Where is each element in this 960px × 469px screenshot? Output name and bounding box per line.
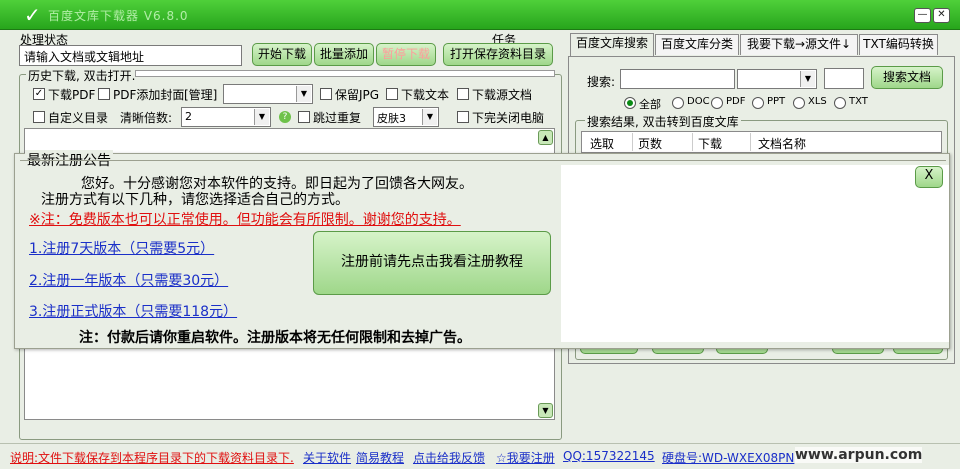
qq-link[interactable]: QQ:157322145: [563, 449, 655, 463]
page-input[interactable]: [824, 68, 864, 89]
filter-doc-radio[interactable]: [672, 97, 684, 109]
register-link[interactable]: ☆我要注册: [496, 449, 555, 466]
clarity-label: 清晰倍数:: [120, 111, 173, 125]
close-window-button[interactable]: ✕: [933, 8, 950, 23]
clarity-value: 2: [185, 110, 192, 123]
minimize-button[interactable]: —: [914, 8, 931, 23]
progress-bar: [135, 70, 555, 77]
filter-xls-radio[interactable]: [793, 97, 805, 109]
filter-txt-label: TXT: [849, 96, 868, 107]
open-save-folder-button[interactable]: 打开保存资料目录: [443, 43, 553, 66]
chevron-down-icon: ▼: [800, 71, 815, 87]
column-header[interactable]: 选取: [590, 135, 614, 152]
filter-pdf-radio[interactable]: [711, 97, 723, 109]
filter-all-label: 全部: [639, 98, 661, 111]
watermark: www.arpun.com: [795, 447, 923, 463]
tab-baidu-search[interactable]: 百度文库搜索: [570, 33, 654, 56]
skip-duplicate-checkbox[interactable]: [298, 111, 310, 123]
clarity-select[interactable]: 2 ▼: [181, 107, 271, 127]
search-label: 搜索:: [587, 75, 616, 89]
notice-footer: 注：付款后请你重启软件。注册版本将无任何限制和去掉广告。: [79, 330, 471, 346]
notice-divider: [20, 160, 946, 161]
start-download-button[interactable]: 开始下载: [252, 43, 312, 66]
tab-download-source[interactable]: 我要下载→源文件↓: [740, 34, 858, 55]
filter-pdf-label: PDF: [726, 96, 746, 107]
window-title: 百度文库下载器 V6.8.0: [48, 9, 189, 23]
custom-dir-label: 自定义目录: [48, 111, 109, 125]
download-source-label: 下载源文档: [472, 88, 533, 102]
filter-doc-label: DOC: [687, 96, 710, 107]
help-icon[interactable]: ?: [279, 111, 291, 123]
chevron-down-icon: ▼: [422, 109, 437, 125]
register-7-day-link[interactable]: 1.注册7天版本（只需要5元）: [29, 238, 214, 258]
keep-jpg-label: 保留JPG: [335, 88, 380, 102]
search-input[interactable]: [620, 69, 735, 89]
download-text-checkbox[interactable]: [386, 88, 398, 100]
filter-txt-radio[interactable]: [834, 97, 846, 109]
keep-jpg-checkbox[interactable]: [320, 88, 332, 100]
skin-value: 皮肤3: [377, 112, 406, 125]
column-divider: [632, 133, 633, 151]
tab-baidu-category[interactable]: 百度文库分类: [655, 34, 739, 55]
url-input[interactable]: 请输入文档或文辑地址: [19, 45, 242, 66]
column-header[interactable]: 下载: [698, 135, 722, 152]
custom-dir-checkbox[interactable]: [33, 111, 45, 123]
disk-id: 硬盘号:WD-WXEX08PN: [662, 451, 795, 465]
search-type-select[interactable]: ▼: [737, 69, 817, 89]
filter-xls-label: XLS: [808, 96, 827, 107]
filter-ppt-label: PPT: [767, 96, 786, 107]
cover-select[interactable]: ▼: [223, 84, 313, 104]
app-check-icon: ✓: [24, 3, 41, 27]
chevron-down-icon: ▼: [296, 86, 311, 102]
title-bar: ✓ 百度文库下载器 V6.8.0 — ✕: [0, 0, 960, 30]
pdf-cover-checkbox[interactable]: [98, 88, 110, 100]
filter-ppt-radio[interactable]: [752, 97, 764, 109]
download-pdf-checkbox[interactable]: ✓: [33, 88, 45, 100]
registration-notice: 最新注册公告 您好。十分感谢您对本软件的支持。即日起为了回馈各大网友。 注册方式…: [14, 150, 950, 349]
shutdown-checkbox[interactable]: [457, 111, 469, 123]
pause-download-button[interactable]: 暂停下载: [376, 43, 436, 66]
download-text-label: 下载文本: [401, 88, 450, 102]
feedback-link[interactable]: 点击给我反馈: [413, 449, 485, 466]
manage-link[interactable]: [管理]: [184, 86, 217, 103]
column-header[interactable]: 文档名称: [758, 135, 806, 152]
tutorial-button[interactable]: 注册前请先点击我看注册教程: [313, 231, 551, 295]
skip-duplicate-label: 跳过重复: [313, 111, 362, 125]
batch-add-button[interactable]: 批量添加: [314, 43, 374, 66]
scroll-down-icon[interactable]: ▼: [538, 403, 553, 418]
column-divider: [750, 133, 751, 151]
close-notice-button[interactable]: X: [915, 166, 943, 188]
status-note: 说明:文件下载保存到本程序目录下的下载资料目录下.: [10, 451, 294, 465]
tab-txt-convert[interactable]: TXT编码转换: [859, 34, 938, 55]
tutorial-link[interactable]: 简易教程: [356, 449, 404, 466]
skin-select[interactable]: 皮肤3 ▼: [373, 107, 439, 127]
download-pdf-label: 下载PDF: [48, 88, 96, 102]
register-1-year-link[interactable]: 2.注册一年版本（只需要30元）: [29, 270, 228, 290]
scroll-up-icon[interactable]: ▲: [538, 130, 553, 145]
notice-line-2: 注册方式有以下几种，请您选择适合自己的方式。: [41, 192, 349, 208]
register-full-link[interactable]: 3.注册正式版本（只需要118元）: [29, 301, 237, 321]
chevron-down-icon: ▼: [254, 109, 269, 125]
about-link[interactable]: 关于软件: [303, 449, 351, 466]
ad-area[interactable]: [561, 165, 949, 342]
pdf-cover-label: PDF添加封面: [113, 88, 185, 102]
column-header[interactable]: 页数: [638, 135, 662, 152]
filter-all-radio[interactable]: [624, 97, 636, 109]
notice-warning: ※注：免费版本也可以正常使用。但功能会有所限制。谢谢您的支持。: [29, 212, 461, 228]
status-bar: 说明:文件下载保存到本程序目录下的下载资料目录下. 关于软件 简易教程 点击给我…: [0, 443, 960, 469]
column-divider: [692, 133, 693, 151]
results-group-title: 搜索结果, 双击转到百度文库: [585, 113, 741, 130]
download-source-checkbox[interactable]: [457, 88, 469, 100]
search-docs-button[interactable]: 搜索文档: [871, 66, 943, 89]
shutdown-label: 下完关闭电脑: [472, 111, 545, 125]
history-group-title: 历史下载, 双击打开.: [26, 67, 138, 84]
